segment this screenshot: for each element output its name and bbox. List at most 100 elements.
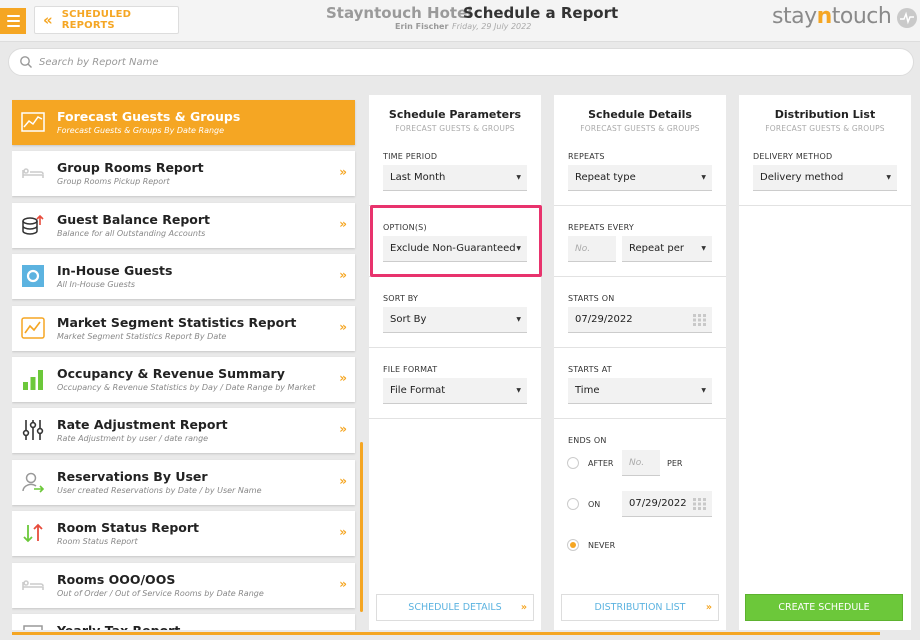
starts-at-select[interactable]: Time ▼ — [568, 378, 712, 404]
top-header: « SCHEDULED REPORTS Stayntouch Hotel Sch… — [0, 0, 920, 42]
panel-subtitle: FORECAST GUESTS & GROUPS — [765, 124, 885, 133]
bed-icon — [21, 573, 45, 597]
after-label: AFTER — [588, 459, 614, 468]
bottom-progress-bar — [12, 632, 880, 635]
scheduled-reports-back-button[interactable]: « SCHEDULED REPORTS — [34, 6, 179, 34]
report-title: Market Segment Statistics Report — [57, 314, 297, 330]
search-icon — [20, 56, 32, 68]
file-format-label: FILE FORMAT — [383, 365, 438, 374]
report-title: Forecast Guests & Groups — [57, 109, 241, 124]
double-chevron-right-icon: » — [705, 602, 712, 613]
report-list-item[interactable]: Rate Adjustment Report Rate Adjustment by… — [12, 408, 355, 454]
delivery-method-label: DELIVERY METHOD — [753, 152, 833, 161]
ends-on-radio[interactable] — [567, 498, 579, 510]
menu-button[interactable] — [0, 8, 26, 34]
coins-icon — [21, 213, 45, 237]
caret-down-icon: ▼ — [516, 316, 521, 323]
bed-icon — [21, 161, 45, 185]
report-list-item[interactable]: Yearly Tax Report » — [12, 614, 355, 630]
report-subtitle: Balance for all Outstanding Accounts — [57, 228, 206, 238]
forecast-chart-icon — [21, 110, 45, 134]
double-chevron-right-icon: » — [339, 576, 347, 591]
hotel-name: Stayntouch Hotel — [326, 4, 473, 22]
sort-by-select[interactable]: Sort By ▼ — [383, 307, 527, 333]
double-chevron-right-icon: » — [339, 422, 347, 437]
report-search-bar[interactable] — [8, 48, 914, 76]
scrollbar[interactable] — [360, 442, 363, 612]
calendar-icon — [693, 498, 706, 510]
search-input[interactable] — [39, 56, 899, 68]
delivery-method-select[interactable]: Delivery method ▼ — [753, 165, 897, 191]
caret-down-icon: ▼ — [516, 387, 521, 394]
panel-subtitle: FORECAST GUESTS & GROUPS — [580, 124, 700, 133]
report-list-item[interactable]: Room Status Report Room Status Report » — [12, 511, 355, 557]
never-label: NEVER — [588, 541, 616, 550]
report-title: Room Status Report — [57, 520, 200, 536]
ends-after-radio[interactable] — [567, 457, 579, 469]
report-title: Guest Balance Report — [57, 211, 211, 227]
double-chevron-right-icon: » — [339, 628, 347, 630]
repeats-select[interactable]: Repeat type ▼ — [568, 165, 712, 191]
distribution-list-button[interactable]: DISTRIBUTION LIST » — [561, 594, 719, 621]
sort-by-label: SORT BY — [383, 294, 419, 303]
up-down-arrows-icon — [21, 521, 45, 545]
ends-on-date-input[interactable]: 07/29/2022 — [622, 491, 712, 517]
report-list-item[interactable]: Guest Balance Report Balance for all Outs… — [12, 202, 355, 248]
double-chevron-right-icon: » — [339, 165, 347, 180]
ends-on-label: ENDS ON — [568, 436, 607, 445]
report-title: Rooms OOO/OOS — [57, 571, 176, 587]
starts-at-label: STARTS AT — [568, 365, 612, 374]
brand-logo: stayntouch — [772, 4, 892, 29]
repeats-label: REPEATS — [568, 152, 605, 161]
panel-title: Schedule Details — [588, 108, 692, 121]
report-subtitle: Out of Order / Out of Service Rooms by D… — [57, 588, 264, 598]
schedule-parameters-panel: Schedule Parameters FORECAST GUESTS & GR… — [369, 95, 541, 630]
calendar-icon — [693, 314, 706, 326]
report-title: Occupancy & Revenue Summary — [57, 366, 285, 381]
report-list-item[interactable]: Occupancy & Revenue Summary Occupancy & R… — [12, 357, 355, 402]
repeats-every-number-input[interactable]: No. — [568, 236, 616, 262]
user-name: Erin Fischer — [395, 22, 449, 31]
report-list-item[interactable]: Rooms OOO/OOS Out of Order / Out of Servi… — [12, 562, 355, 608]
per-label: PER — [667, 459, 683, 468]
hamburger-icon — [6, 15, 20, 17]
repeats-every-label: REPEATS EVERY — [568, 223, 634, 232]
repeat-per-select[interactable]: Repeat per ▼ — [622, 236, 712, 262]
pulse-icon[interactable] — [897, 8, 917, 28]
panel-subtitle: FORECAST GUESTS & GROUPS — [395, 124, 515, 133]
starts-on-date-input[interactable]: 07/29/2022 — [568, 307, 712, 333]
report-subtitle: Occupancy & Revenue Statistics by Day / … — [57, 383, 316, 392]
create-schedule-button[interactable]: CREATE SCHEDULE — [745, 594, 903, 621]
report-list-item[interactable]: Market Segment Statistics Report Market S… — [12, 305, 355, 351]
report-title: In-House Guests — [57, 263, 173, 279]
report-list-item[interactable]: Forecast Guests & Groups Forecast Guests … — [12, 100, 355, 145]
double-chevron-right-icon: » — [339, 319, 347, 334]
file-format-select[interactable]: File Format ▼ — [383, 378, 527, 404]
ends-never-radio[interactable] — [567, 539, 579, 551]
page-title: Schedule a Report — [463, 4, 619, 22]
report-title: Rate Adjustment Report — [57, 417, 228, 433]
options-highlight-box — [370, 205, 542, 277]
report-subtitle: Group Rooms Pickup Report — [57, 177, 170, 187]
report-title: Reservations By User — [57, 468, 208, 484]
back-button-label: SCHEDULED REPORTS — [61, 9, 132, 31]
report-subtitle: Forecast Guests & Groups By Date Range — [57, 126, 225, 135]
time-period-select[interactable]: Last Month ▼ — [383, 165, 527, 191]
report-list-item[interactable]: Reservations By User User created Reserva… — [12, 459, 355, 505]
tax-icon — [21, 624, 45, 630]
report-list-item[interactable]: In-House Guests All In-House Guests » — [12, 254, 355, 300]
ends-after-number-input[interactable]: No. — [622, 450, 660, 476]
report-list-item[interactable]: Group Rooms Report Group Rooms Pickup Rep… — [12, 151, 355, 197]
report-title: Group Rooms Report — [57, 160, 204, 176]
distribution-list-panel: Distribution List FORECAST GUESTS & GROU… — [739, 95, 911, 630]
bar-chart-icon — [21, 367, 45, 391]
caret-down-icon: ▼ — [516, 174, 521, 181]
on-label: ON — [588, 500, 601, 509]
report-subtitle: Room Status Report — [57, 537, 138, 547]
schedule-details-button[interactable]: SCHEDULE DETAILS » — [376, 594, 534, 621]
report-subtitle: User created Reservations by Date / by U… — [57, 485, 262, 495]
report-subtitle: Rate Adjustment by user / date range — [57, 434, 209, 444]
double-chevron-right-icon: » — [339, 216, 347, 231]
double-chevron-right-icon: » — [339, 473, 347, 488]
report-list: Forecast Guests & Groups Forecast Guests … — [12, 98, 358, 630]
